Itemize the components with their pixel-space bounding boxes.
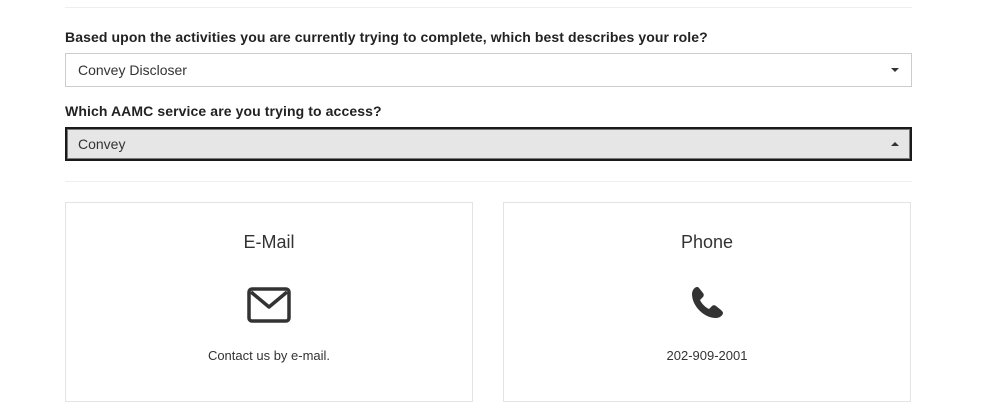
email-card-title: E-Mail [243, 232, 295, 252]
envelope-icon [247, 287, 291, 328]
email-contact-card[interactable]: E-Mail Contact us by e-mail. [65, 202, 473, 402]
phone-card-title: Phone [680, 232, 734, 252]
phone-contact-card[interactable]: Phone 202-909-2001 [503, 202, 911, 402]
chevron-up-icon [891, 142, 899, 146]
role-select-value: Convey Discloser [78, 62, 187, 78]
role-question-label: Based upon the activities you are curren… [65, 29, 708, 45]
phone-icon [689, 285, 725, 326]
service-question-label: Which AAMC service are you trying to acc… [65, 103, 382, 119]
email-card-text[interactable]: Contact us by e-mail. [66, 348, 472, 363]
top-divider [65, 7, 912, 8]
section-divider [65, 181, 912, 182]
role-select[interactable]: Convey Discloser [65, 53, 912, 87]
chevron-down-icon [891, 68, 899, 72]
service-select-value: Convey [78, 136, 126, 152]
service-select[interactable]: Convey [65, 127, 912, 161]
phone-card-text[interactable]: 202-909-2001 [504, 348, 910, 363]
